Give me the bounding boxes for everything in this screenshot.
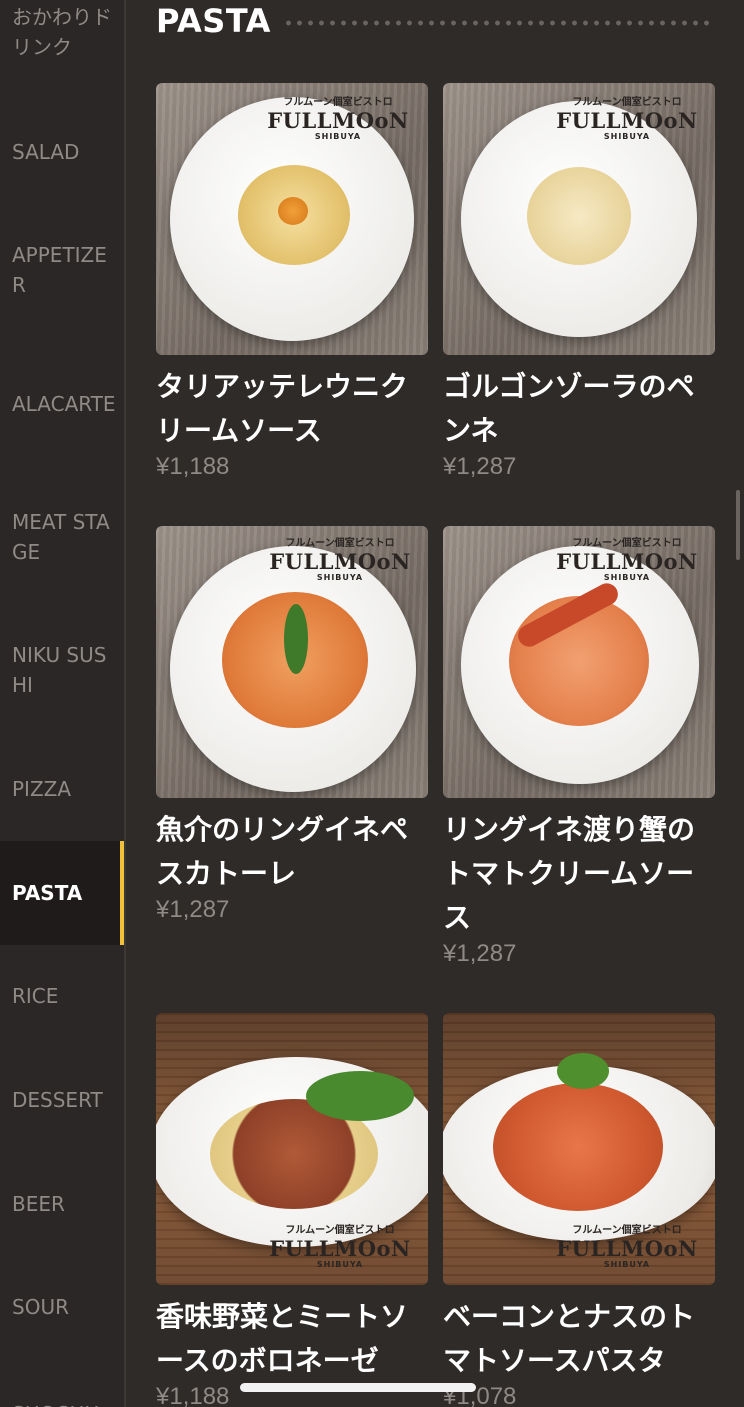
- sidebar-item-sour[interactable]: SOUR: [0, 1255, 124, 1359]
- dish-photo: フルムーン個室ビストロ FULLMOoN SHIBUYA: [156, 83, 428, 355]
- item-name: 香味野菜とミートソースのボロネーゼ: [156, 1300, 409, 1377]
- sidebar-item-label: PASTA: [12, 881, 83, 905]
- sidebar-item-okawari-drink[interactable]: おかわりドリンク: [0, 0, 124, 84]
- item-name: リングイネ渡り蟹のトマトクリームソース: [443, 813, 696, 934]
- brand-logo-en: FULLMOoN: [556, 549, 698, 574]
- menu-item-card[interactable]: フルムーン個室ビストロ FULLMOoN SHIBUYA リングイネ渡り蟹のトマ…: [443, 526, 715, 976]
- item-name: ゴルゴンゾーラのペンネ: [443, 370, 695, 447]
- dish-photo: フルムーン個室ビストロ FULLMOoN SHIBUYA: [156, 1013, 428, 1285]
- sidebar-item-label: おかわりドリンク: [12, 5, 112, 59]
- sidebar-item-label: ALACARTE: [12, 392, 116, 416]
- brand-logo-sub: SHIBUYA: [316, 573, 364, 582]
- brand-logo: フルムーン個室ビストロ FULLMOoN SHIBUYA: [260, 1225, 420, 1269]
- brand-logo-en: FULLMOoN: [269, 1236, 411, 1261]
- sidebar-item-label: SOUR: [12, 1295, 69, 1319]
- sidebar-item-beer[interactable]: BEER: [0, 1152, 124, 1256]
- brand-logo-sub: SHIBUYA: [603, 132, 651, 141]
- brand-logo: フルムーン個室ビストロ FULLMOoN SHIBUYA: [258, 97, 418, 141]
- title-divider: [283, 20, 715, 26]
- menu-item-card[interactable]: フルムーン個室ビストロ FULLMOoN SHIBUYA ゴルゴンゾーラのペンネ…: [443, 83, 715, 493]
- sidebar-item-label: SHOCHU: [12, 1399, 116, 1407]
- section-title: PASTA: [156, 2, 271, 40]
- dish-photo: フルムーン個室ビストロ FULLMOoN SHIBUYA: [443, 526, 715, 798]
- menu-item-card[interactable]: フルムーン個室ビストロ FULLMOoN SHIBUYA 香味野菜とミートソース…: [156, 1013, 428, 1407]
- basil-topping: [284, 604, 308, 674]
- brand-logo: フルムーン個室ビストロ FULLMOoN SHIBUYA: [260, 538, 420, 582]
- sidebar-item-label: SALAD: [12, 140, 80, 164]
- uni-topping: [278, 197, 308, 225]
- sidebar-item-label: APPETIZER: [12, 243, 107, 297]
- brand-logo: フルムーン個室ビストロ FULLMOoN SHIBUYA: [547, 1225, 707, 1269]
- pasta-food: [493, 1083, 663, 1211]
- brand-logo-sub: SHIBUYA: [603, 573, 651, 582]
- sidebar-item-label: NIKU SUSHI: [12, 643, 107, 697]
- item-price: ¥1,287: [443, 940, 517, 967]
- sidebar-item-meat-stage[interactable]: MEAT STAGE: [0, 485, 124, 589]
- brand-logo: フルムーン個室ビストロ FULLMOoN SHIBUYA: [547, 97, 707, 141]
- menu-item-card[interactable]: フルムーン個室ビストロ FULLMOoN SHIBUYA 魚介のリングイネペスカ…: [156, 526, 428, 926]
- sidebar-item-label: DESSERT: [12, 1088, 103, 1112]
- sidebar-item-alacarte[interactable]: ALACARTE: [0, 352, 124, 456]
- menu-content: PASTA フルムーン個室ビストロ FULLMOoN SHIBUYA タリアッテ…: [126, 0, 744, 1407]
- brand-logo-en: FULLMOoN: [269, 549, 411, 574]
- herb-topping: [557, 1053, 609, 1089]
- item-price: ¥1,188: [156, 1383, 230, 1407]
- item-name: タリアッテレウニクリームソース: [156, 370, 409, 447]
- home-indicator[interactable]: [240, 1383, 476, 1392]
- greens-topping: [306, 1071, 414, 1121]
- sidebar-item-niku-sushi[interactable]: NIKU SUSHI: [0, 618, 124, 722]
- pasta-food: [527, 167, 631, 265]
- sidebar-item-label: MEAT STAGE: [12, 510, 110, 564]
- brand-logo-en: FULLMOoN: [267, 108, 409, 133]
- menu-item-card[interactable]: フルムーン個室ビストロ FULLMOoN SHIBUYA ベーコンとナスのトマト…: [443, 1013, 715, 1407]
- brand-logo-sub: SHIBUYA: [603, 1260, 651, 1269]
- sidebar-item-appetizer[interactable]: APPETIZER: [0, 218, 124, 322]
- brand-logo-sub: SHIBUYA: [316, 1260, 364, 1269]
- sidebar-item-label: BEER: [12, 1192, 65, 1216]
- sidebar-item-dessert[interactable]: DESSERT: [0, 1048, 124, 1152]
- brand-logo-en: FULLMOoN: [556, 1236, 698, 1261]
- sidebar-item-salad[interactable]: SALAD: [0, 100, 124, 204]
- dish-photo: フルムーン個室ビストロ FULLMOoN SHIBUYA: [443, 1013, 715, 1285]
- sidebar-item-pasta[interactable]: PASTA: [0, 841, 124, 945]
- sidebar-item-label: RICE: [12, 984, 59, 1008]
- brand-logo: フルムーン個室ビストロ FULLMOoN SHIBUYA: [547, 538, 707, 582]
- item-price: ¥1,188: [156, 453, 230, 480]
- dish-photo: フルムーン個室ビストロ FULLMOoN SHIBUYA: [443, 83, 715, 355]
- item-price: ¥1,287: [443, 453, 517, 480]
- scroll-indicator[interactable]: [736, 490, 740, 560]
- brand-logo-en: FULLMOoN: [556, 108, 698, 133]
- menu-item-card[interactable]: フルムーン個室ビストロ FULLMOoN SHIBUYA タリアッテレウニクリー…: [156, 83, 428, 493]
- sidebar-item-shochu[interactable]: SHOCHU: [0, 1362, 124, 1407]
- item-name: ベーコンとナスのトマトソースパスタ: [443, 1300, 696, 1377]
- item-price: ¥1,287: [156, 896, 230, 923]
- sidebar-item-pizza[interactable]: PIZZA: [0, 737, 124, 841]
- brand-logo-sub: SHIBUYA: [314, 132, 362, 141]
- dish-photo: フルムーン個室ビストロ FULLMOoN SHIBUYA: [156, 526, 428, 798]
- sidebar-item-rice[interactable]: RICE: [0, 944, 124, 1048]
- item-name: 魚介のリングイネペスカトーレ: [156, 813, 409, 890]
- sidebar-item-label: PIZZA: [12, 777, 72, 801]
- category-sidebar: おかわりドリンク SALAD APPETIZER ALACARTE MEAT S…: [0, 0, 126, 1407]
